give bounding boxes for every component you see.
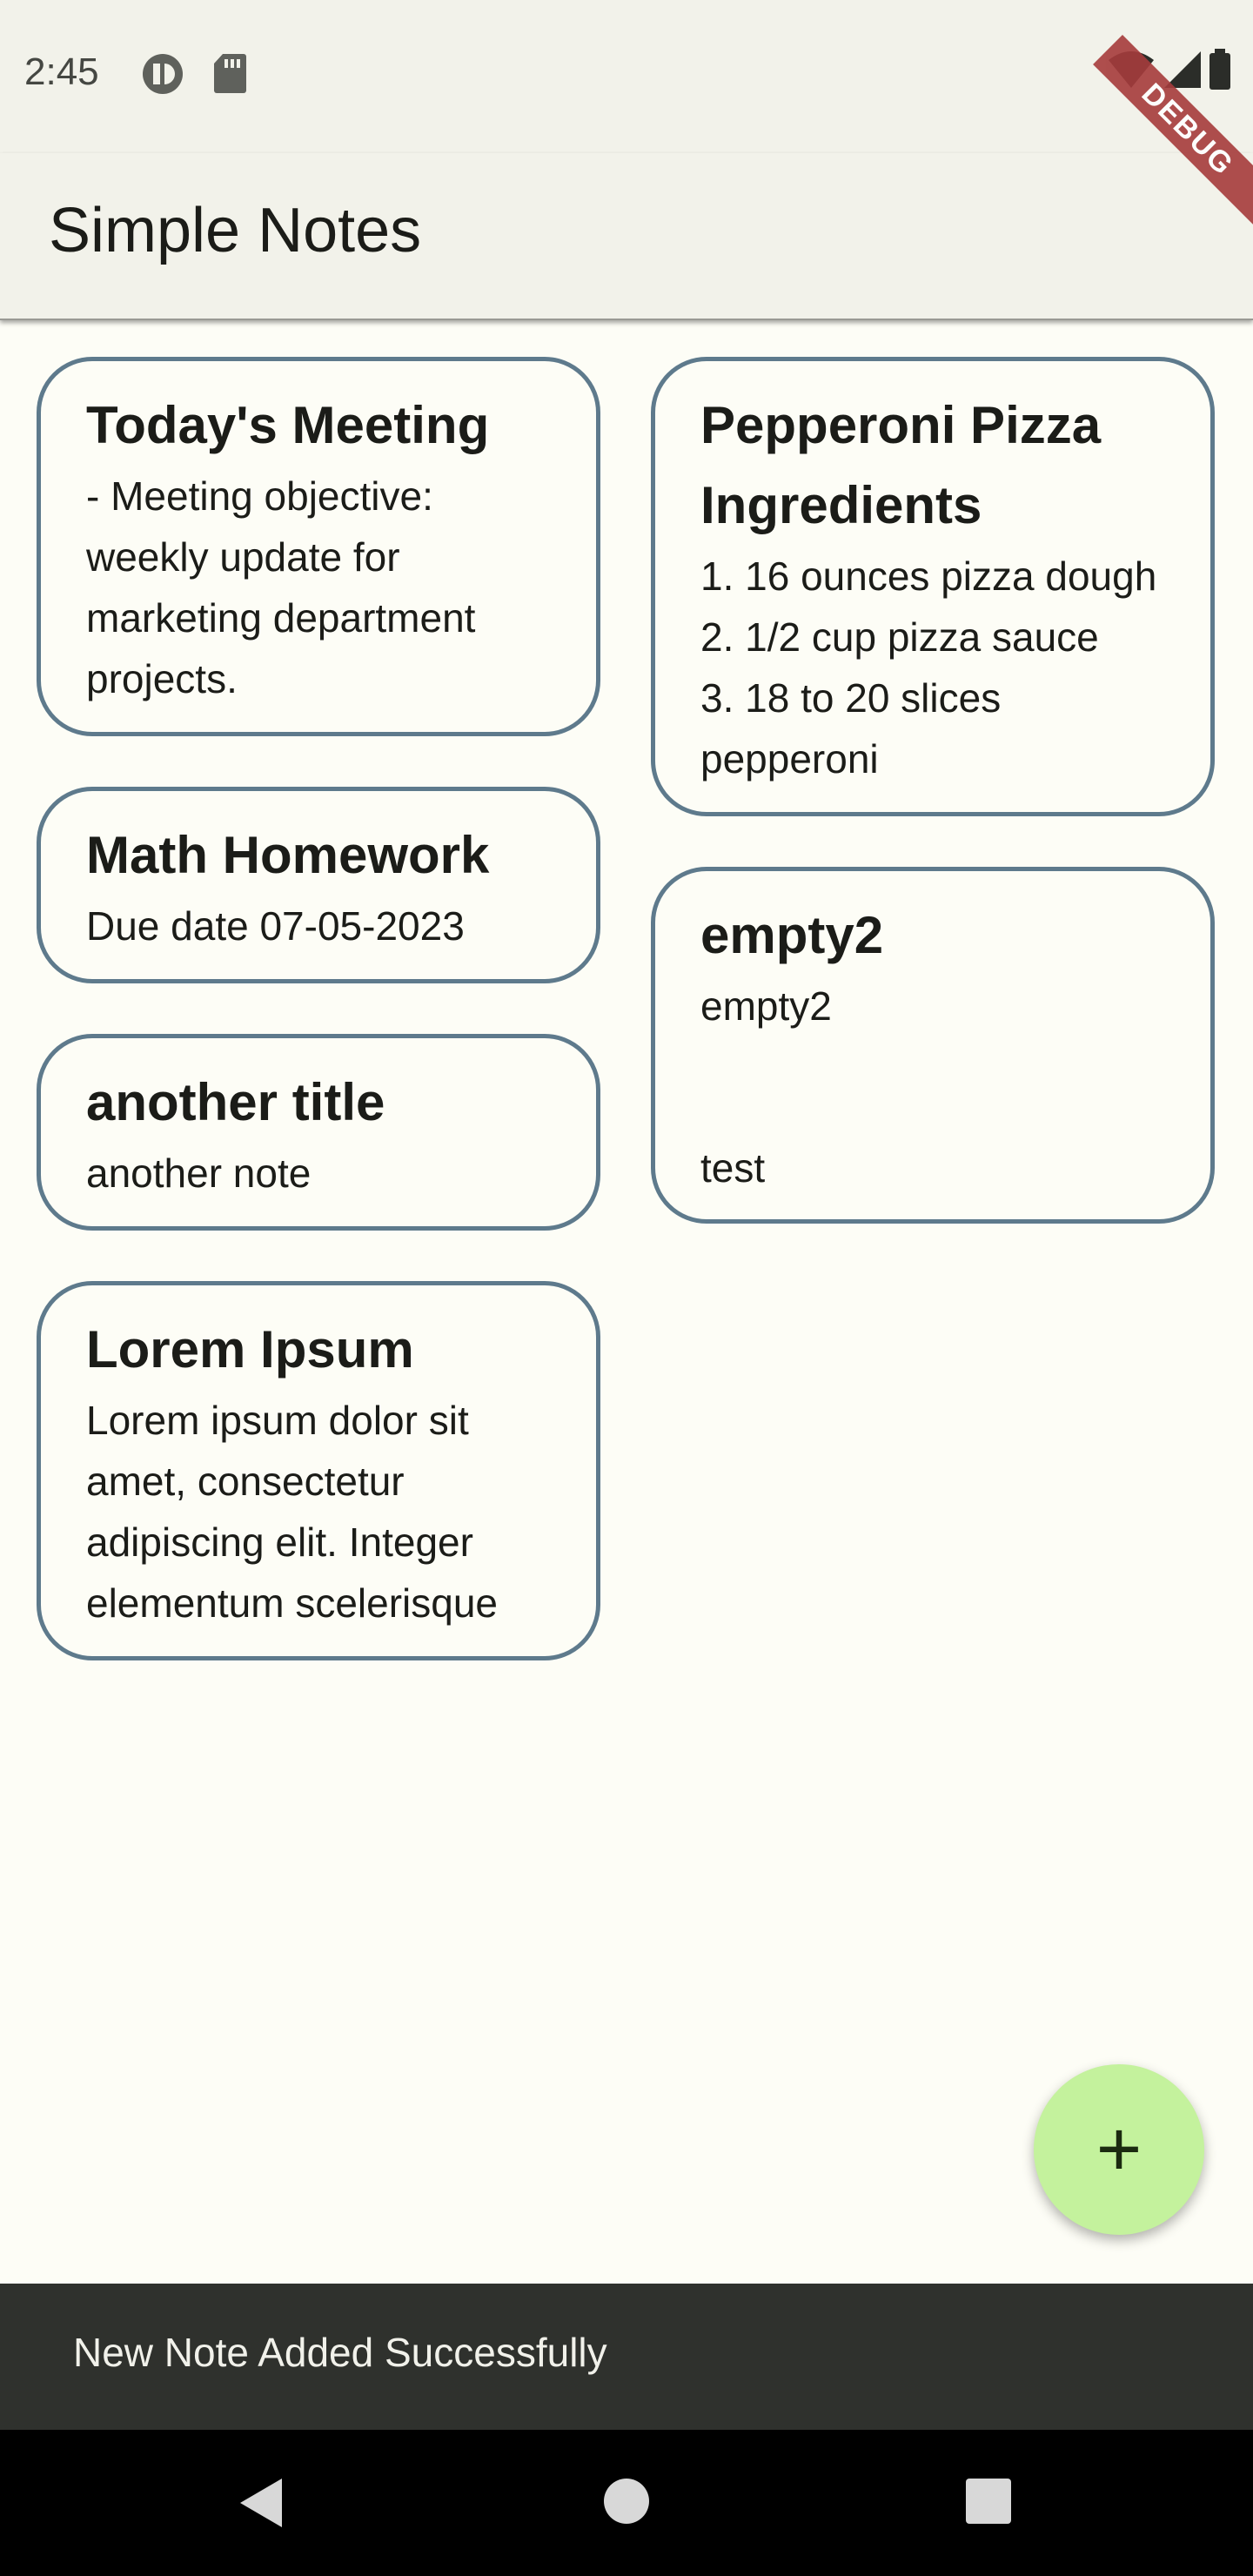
back-icon[interactable] [237, 2477, 285, 2533]
note-body: 1. 16 ounces pizza dough 2. 1/2 cup pizz… [700, 553, 1157, 782]
add-note-button[interactable]: + [1034, 2064, 1204, 2235]
notes-column-left: Today's Meeting - Meeting objective: wee… [37, 357, 600, 1711]
note-body: - Meeting objective: weekly update for m… [86, 473, 476, 701]
note-card[interactable]: Pepperoni Pizza Ingredients 1. 16 ounces… [651, 357, 1215, 816]
battery-icon [1208, 49, 1232, 95]
note-body: Lorem ipsum dolor sit amet, consectetur … [86, 1398, 499, 1626]
note-title: empty2 [700, 906, 884, 964]
note-title: another title [86, 1073, 385, 1131]
note-card[interactable]: another title another note [37, 1034, 600, 1231]
status-bar: 2:45 [0, 0, 1253, 153]
home-icon[interactable] [602, 2477, 651, 2530]
note-card[interactable]: Lorem Ipsum Lorem ipsum dolor sit amet, … [37, 1281, 600, 1660]
snackbar-message: New Note Added Successfully [73, 2330, 607, 2375]
pause-circle-icon [141, 52, 184, 100]
note-body: Due date 07-05-2023 [86, 903, 465, 949]
note-card[interactable]: empty2 empty2 test [651, 867, 1215, 1224]
app-bar: Simple Notes [0, 153, 1253, 320]
page-title: Simple Notes [49, 196, 422, 265]
status-time: 2:45 [24, 50, 99, 93]
note-card[interactable]: Today's Meeting - Meeting objective: wee… [37, 357, 600, 736]
note-card[interactable]: Math Homework Due date 07-05-2023 [37, 787, 600, 983]
notes-column-right: Pepperoni Pizza Ingredients 1. 16 ounces… [651, 357, 1215, 1274]
note-title: Math Homework [86, 826, 490, 884]
note-footer: test [700, 1145, 766, 1191]
note-title: Pepperoni Pizza Ingredients [700, 396, 1102, 534]
note-title: Today's Meeting [86, 396, 490, 454]
note-body: empty2 [700, 983, 832, 1029]
note-body: another note [86, 1150, 312, 1196]
system-nav-bar [0, 2430, 1253, 2576]
plus-icon: + [1096, 2106, 1142, 2193]
recents-icon[interactable] [964, 2477, 1013, 2530]
note-title: Lorem Ipsum [86, 1320, 414, 1379]
sd-card-icon [212, 52, 247, 98]
snackbar: New Note Added Successfully [0, 2284, 1253, 2430]
